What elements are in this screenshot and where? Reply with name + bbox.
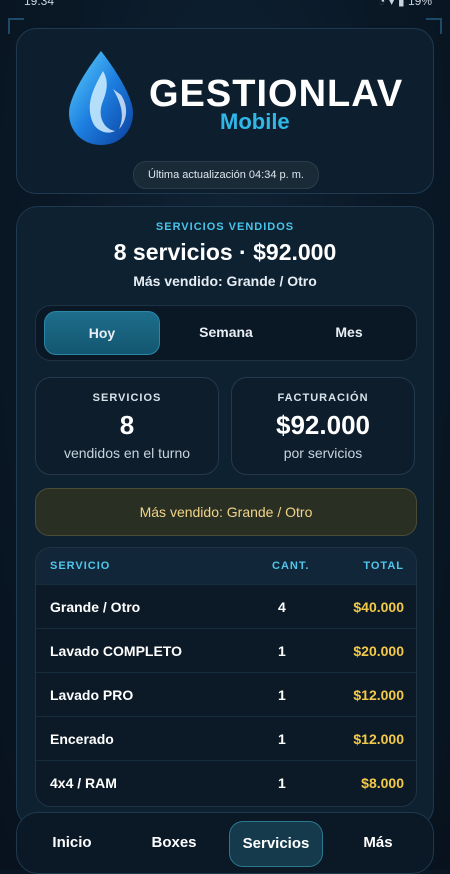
row-service: Encerado [50, 731, 114, 747]
column-header-qty: CANT. [272, 560, 310, 572]
table-row: 4x4 / RAM 1 $8.000 [36, 760, 416, 805]
table-header: SERVICIO CANT. TOTAL [36, 548, 416, 584]
row-qty: 1 [278, 687, 286, 703]
services-sold-headline: 8 servicios · $92.000 [113, 239, 337, 265]
status-time: 19:34 [24, 0, 55, 8]
billing-stat-card: FACTURACIÓN $92.000 por servicios [231, 377, 415, 475]
row-total: $20.000 [353, 643, 404, 659]
frame-corner-decoration [8, 18, 24, 34]
services-stat-card: SERVICIOS 8 vendidos en el turno [35, 377, 219, 475]
services-table: SERVICIO CANT. TOTAL Grande / Otro 4 $40… [35, 547, 417, 807]
table-row: Encerado 1 $12.000 [36, 716, 416, 761]
period-tabs: Hoy Semana Mes [35, 305, 417, 361]
row-service: Lavado COMPLETO [50, 643, 182, 659]
row-service: 4x4 / RAM [50, 775, 117, 791]
status-icons: ◔ ▾ ▮ 19% [378, 0, 432, 8]
bottom-navigation: Inicio Boxes Servicios Más [16, 812, 434, 874]
column-header-total: TOTAL [363, 560, 404, 572]
row-qty: 1 [278, 643, 286, 659]
brand-subtitle: Mobile [220, 109, 290, 134]
row-qty: 1 [278, 731, 286, 747]
services-stat-title: SERVICIOS [92, 392, 162, 404]
last-update-badge: Última actualización 04:34 p. m. [133, 161, 319, 189]
row-total: $12.000 [353, 687, 404, 703]
nav-mas[interactable]: Más [335, 821, 421, 865]
services-stat-value: 8 [119, 410, 135, 440]
table-row: Lavado PRO 1 $12.000 [36, 672, 416, 717]
tab-mes[interactable]: Mes [292, 311, 406, 353]
row-qty: 4 [278, 599, 286, 615]
nav-inicio[interactable]: Inicio [29, 821, 115, 865]
table-row: Grande / Otro 4 $40.000 [36, 584, 416, 629]
frame-corner-decoration [426, 18, 442, 34]
row-total: $40.000 [353, 599, 404, 615]
services-stat-caption: vendidos en el turno [63, 445, 191, 461]
services-sold-label: SERVICIOS VENDIDOS [155, 221, 295, 233]
top-seller-banner: Más vendido: Grande / Otro [35, 488, 417, 536]
tab-semana[interactable]: Semana [169, 311, 283, 353]
nav-servicios[interactable]: Servicios [229, 821, 323, 867]
water-drop-logo-icon [69, 51, 133, 145]
billing-stat-title: FACTURACIÓN [277, 392, 369, 404]
tab-hoy[interactable]: Hoy [44, 311, 160, 355]
row-service: Lavado PRO [50, 687, 134, 703]
table-row: Lavado COMPLETO 1 $20.000 [36, 628, 416, 673]
row-total: $8.000 [361, 775, 404, 791]
billing-stat-value: $92.000 [276, 410, 370, 440]
row-total: $12.000 [353, 731, 404, 747]
header-card: GESTIONLAV Mobile Última actualización 0… [16, 28, 434, 194]
row-service: Grande / Otro [50, 599, 141, 615]
billing-stat-caption: por servicios [283, 445, 363, 461]
top-seller-text: Más vendido: Grande / Otro [133, 273, 317, 289]
nav-boxes[interactable]: Boxes [131, 821, 217, 865]
column-header-service: SERVICIO [50, 560, 111, 572]
sales-card: SERVICIOS VENDIDOS 8 servicios · $92.000… [16, 206, 434, 828]
row-qty: 1 [278, 775, 286, 791]
status-bar: 19:34 ◔ ▾ ▮ 19% [0, 0, 450, 12]
